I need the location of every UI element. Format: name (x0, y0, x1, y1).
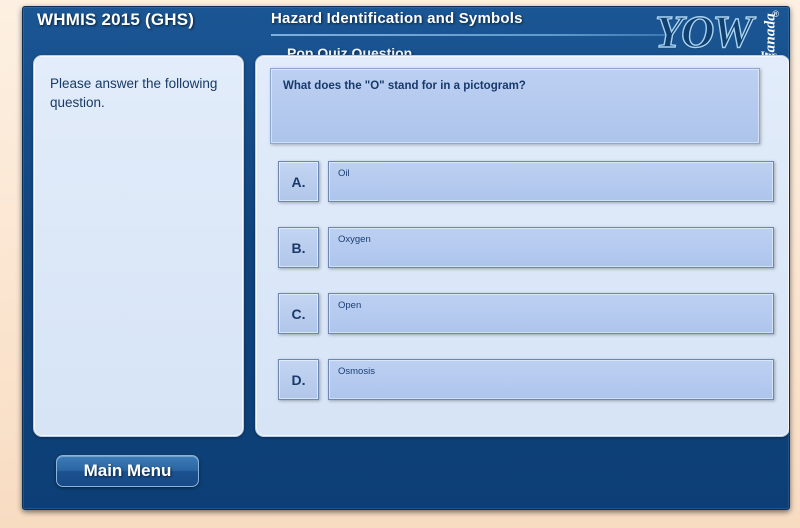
instruction-text: Please answer the following question. (50, 76, 218, 110)
application-outer-frame: WHMIS 2015 (GHS) Hazard Identification a… (0, 0, 800, 528)
question-box: What does the "O" stand for in a pictogr… (270, 68, 760, 144)
logo-wordmark: YOW (654, 6, 754, 57)
answer-letter-c[interactable]: C. (278, 293, 319, 334)
answer-text-b[interactable]: Oxygen (328, 227, 774, 268)
answer-text-a[interactable]: Oil (328, 161, 774, 202)
question-text: What does the "O" stand for in a pictogr… (283, 80, 526, 92)
title-divider-rule (271, 34, 671, 36)
answer-option-c[interactable]: C. Open (278, 293, 774, 334)
answer-options-list: A. Oil B. Oxygen C. Open D. Osmosis (278, 161, 774, 425)
instruction-panel: Please answer the following question. (33, 55, 244, 437)
answer-option-a[interactable]: A. Oil (278, 161, 774, 202)
section-title: Hazard Identification and Symbols (271, 10, 523, 27)
answer-letter-b[interactable]: B. (278, 227, 319, 268)
answer-text-d[interactable]: Osmosis (328, 359, 774, 400)
registered-trademark-icon: ® (772, 9, 779, 19)
answer-option-d[interactable]: D. Osmosis (278, 359, 774, 400)
answer-option-b[interactable]: B. Oxygen (278, 227, 774, 268)
player-toolbar: Main Menu (23, 447, 789, 509)
application-window: WHMIS 2015 (GHS) Hazard Identification a… (22, 6, 790, 510)
main-menu-button[interactable]: Main Menu (56, 455, 199, 487)
answer-letter-a[interactable]: A. (278, 161, 319, 202)
answer-text-c[interactable]: Open (328, 293, 774, 334)
quiz-content-panel: What does the "O" stand for in a pictogr… (255, 55, 789, 437)
answer-letter-d[interactable]: D. (278, 359, 319, 400)
app-title: WHMIS 2015 (GHS) (37, 10, 195, 29)
